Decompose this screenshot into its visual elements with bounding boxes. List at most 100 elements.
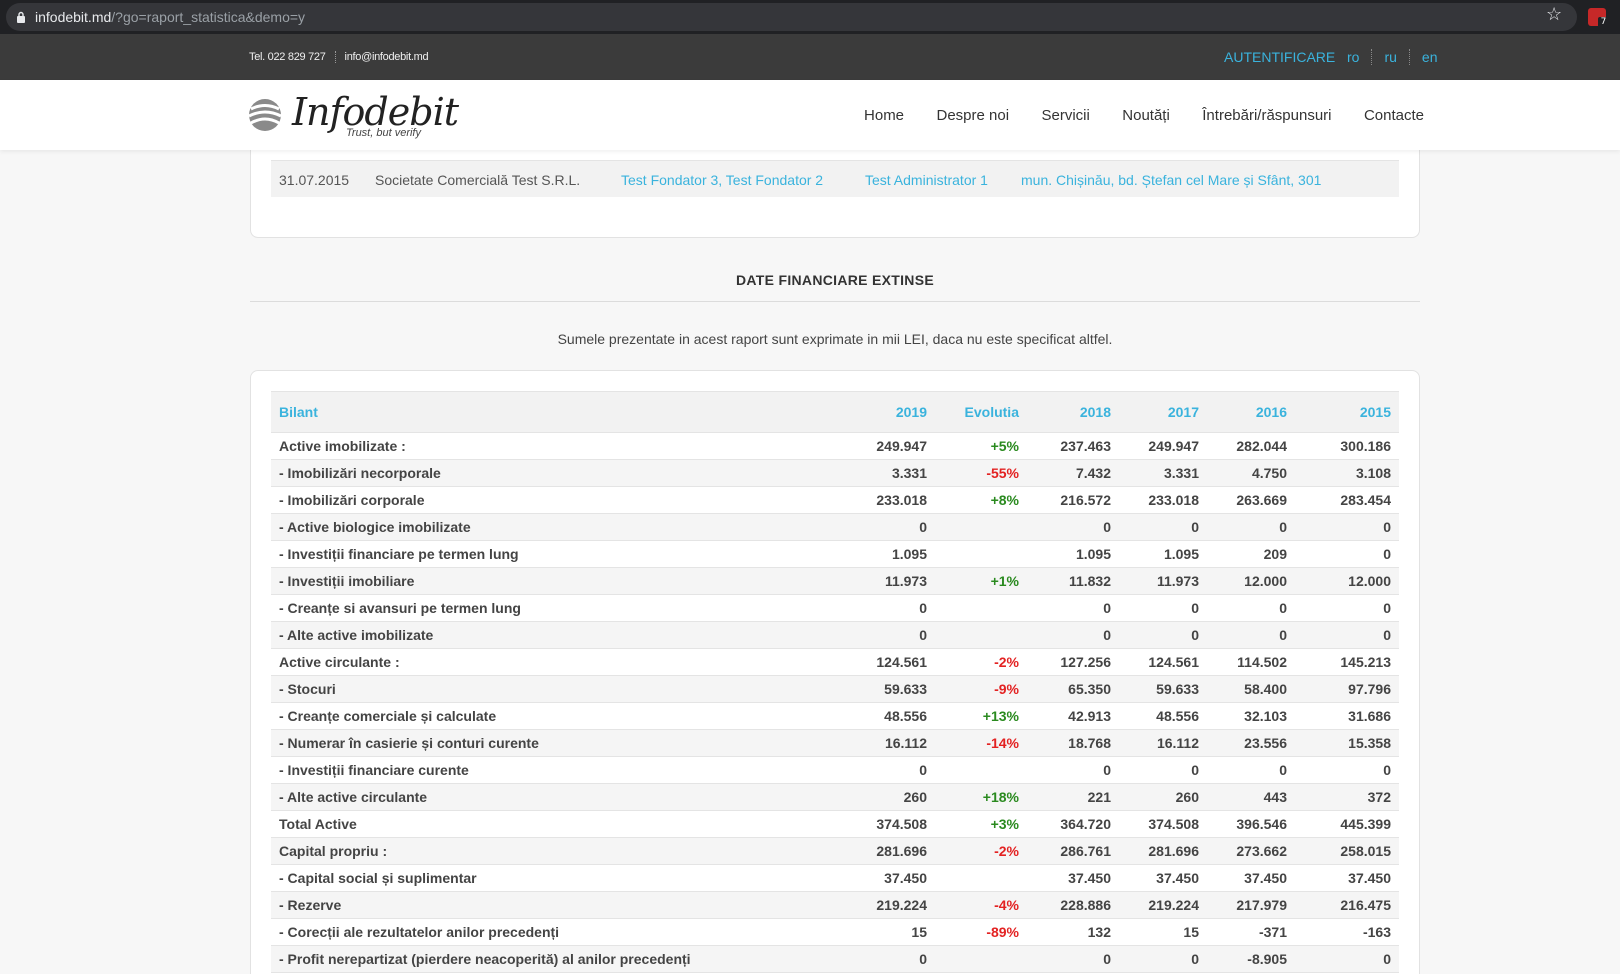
- table-row: - Active biologice imobilizate 0 0 0 0 0: [271, 513, 1399, 541]
- url-text[interactable]: infodebit.md/?go=raport_statistica&demo=…: [35, 9, 305, 25]
- row-label: Active circulante :: [271, 648, 851, 676]
- row-label: - Alte active imobilizate: [271, 621, 851, 649]
- table-row: Active circulante :124.561 -2% 127.256 124.…: [271, 648, 1399, 676]
- cell-2016: 282.044: [1207, 432, 1295, 460]
- logo[interactable]: Infodebit Trust, but verify: [248, 90, 459, 142]
- cell-2016: 0: [1207, 621, 1295, 649]
- cell-2018: 237.463: [1027, 432, 1119, 460]
- cell-2017: 3.331: [1119, 459, 1207, 487]
- cell-2016: 273.662: [1207, 837, 1295, 865]
- cell-2015: 372: [1295, 783, 1399, 811]
- cell-2018: 65.350: [1027, 675, 1119, 703]
- cell-2017: 0: [1119, 513, 1207, 541]
- cell-evolutia: +5%: [935, 432, 1027, 460]
- row-label: - Rezerve: [271, 891, 851, 919]
- table-header-row: Bilant 2019 Evolutia 2018 2017 2016 2015: [271, 391, 1399, 433]
- history-founders-link[interactable]: Test Fondator 3, Test Fondator 2: [621, 172, 823, 188]
- login-link[interactable]: AUTENTIFICARE: [1224, 49, 1335, 65]
- financial-card: Bilant 2019 Evolutia 2018 2017 2016 2015…: [250, 370, 1420, 974]
- email-link[interactable]: info@infodebit.md: [345, 51, 429, 63]
- nav-home[interactable]: Home: [864, 107, 904, 124]
- cell-2015: 258.015: [1295, 837, 1399, 865]
- cell-2018: 0: [1027, 756, 1119, 784]
- cell-2016: 114.502: [1207, 648, 1295, 676]
- table-row: - Numerar în casierie și conturi curente…: [271, 729, 1399, 757]
- row-label: - Imobilizări corporale: [271, 486, 851, 514]
- nav-despre-noi[interactable]: Despre noi: [936, 107, 1009, 124]
- cell-2016: -8.905: [1207, 945, 1295, 973]
- table-row: Capital propriu :281.696 -2% 286.761 281.69…: [271, 837, 1399, 865]
- cell-2017: 37.450: [1119, 864, 1207, 892]
- cell-2017: 59.633: [1119, 675, 1207, 703]
- address-bar[interactable]: infodebit.md/?go=raport_statistica&demo=…: [6, 3, 1577, 31]
- section-title: DATE FINANCIARE EXTINSE: [736, 272, 934, 288]
- cell-2019: 0: [851, 594, 935, 622]
- cell-2018: 132: [1027, 918, 1119, 946]
- cell-2015: 283.454: [1295, 486, 1399, 514]
- cell-evolutia: [935, 756, 1027, 784]
- cell-2015: 145.213: [1295, 648, 1399, 676]
- lock-icon: [17, 11, 25, 23]
- nav-servicii[interactable]: Servicii: [1041, 107, 1089, 124]
- url-host: infodebit.md: [35, 9, 112, 25]
- cell-evolutia: [935, 540, 1027, 568]
- row-label: Capital propriu :: [271, 837, 851, 865]
- cell-2018: 37.450: [1027, 864, 1119, 892]
- cell-2015: 0: [1295, 621, 1399, 649]
- cell-evolutia: [935, 594, 1027, 622]
- cell-2017: 249.947: [1119, 432, 1207, 460]
- col-header-2018: 2018: [1027, 391, 1119, 433]
- history-date: 31.07.2015: [279, 172, 350, 188]
- cell-2016: 443: [1207, 783, 1295, 811]
- history-admin-link[interactable]: Test Administrator 1: [865, 172, 988, 188]
- cell-evolutia: +1%: [935, 567, 1027, 595]
- contact-info: Tel. 022 829 727 info@infodebit.md: [249, 51, 429, 64]
- table-row: - Investiții financiare pe termen lung 1.…: [271, 540, 1399, 568]
- cell-2019: 0: [851, 621, 935, 649]
- history-address-link[interactable]: mun. Chișinău, bd. Ștefan cel Mare și Sf…: [1021, 172, 1321, 188]
- cell-2018: 221: [1027, 783, 1119, 811]
- cell-evolutia: -89%: [935, 918, 1027, 946]
- cell-2016: 263.669: [1207, 486, 1295, 514]
- cell-2019: 0: [851, 945, 935, 973]
- lang-en[interactable]: en: [1408, 49, 1450, 65]
- col-header-evolutia: Evolutia: [935, 391, 1027, 433]
- nav-intrebari[interactable]: Întrebări/răspunsuri: [1202, 107, 1331, 124]
- cell-2016: 396.546: [1207, 810, 1295, 838]
- col-header-2019: 2019: [851, 391, 935, 433]
- cell-2019: 11.973: [851, 567, 935, 595]
- section-note: Sumele prezentate in acest raport sunt e…: [557, 331, 1113, 347]
- cell-2019: 1.095: [851, 540, 935, 568]
- cell-2018: 1.095: [1027, 540, 1119, 568]
- cell-2015: 0: [1295, 540, 1399, 568]
- history-row: 31.07.2015 Societate Comercială Test S.R…: [271, 161, 1399, 197]
- table-row: - Alte active circulante 260 +18% 221 260 443…: [271, 783, 1399, 811]
- table-row: - Capital social și suplimentar 37.450 37.…: [271, 864, 1399, 892]
- cell-2019: 59.633: [851, 675, 935, 703]
- cell-2015: 12.000: [1295, 567, 1399, 595]
- table-row: - Creanțe comerciale și calculate 48.556 +…: [271, 702, 1399, 730]
- cell-2015: 31.686: [1295, 702, 1399, 730]
- lang-ro[interactable]: ro: [1347, 49, 1371, 65]
- nav-noutati[interactable]: Noutăți: [1122, 107, 1170, 124]
- cell-2018: 228.886: [1027, 891, 1119, 919]
- row-label: - Profit nerepartizat (pierdere neacoper…: [271, 945, 851, 973]
- cell-2017: 233.018: [1119, 486, 1207, 514]
- history-company: Societate Comercială Test S.R.L.: [375, 172, 581, 188]
- lang-ru[interactable]: ru: [1371, 49, 1408, 65]
- table-row: - Investiții financiare curente 0 0 0 0 0: [271, 756, 1399, 784]
- cell-2016: 209: [1207, 540, 1295, 568]
- bookmark-star-icon[interactable]: ☆: [1546, 4, 1562, 25]
- row-label: - Active biologice imobilizate: [271, 513, 851, 541]
- cell-2018: 286.761: [1027, 837, 1119, 865]
- cell-2018: 216.572: [1027, 486, 1119, 514]
- cell-2016: 23.556: [1207, 729, 1295, 757]
- url-path: /?go=raport_statistica&demo=y: [111, 9, 306, 25]
- nav-contacte[interactable]: Contacte: [1364, 107, 1424, 124]
- nav-menu: Home Despre noi Servicii Noutăți Întrebă…: [836, 107, 1424, 125]
- cell-2019: 124.561: [851, 648, 935, 676]
- cell-2019: 219.224: [851, 891, 935, 919]
- row-label: - Creanțe si avansuri pe termen lung: [271, 594, 851, 622]
- cell-evolutia: -2%: [935, 648, 1027, 676]
- cell-2015: 300.186: [1295, 432, 1399, 460]
